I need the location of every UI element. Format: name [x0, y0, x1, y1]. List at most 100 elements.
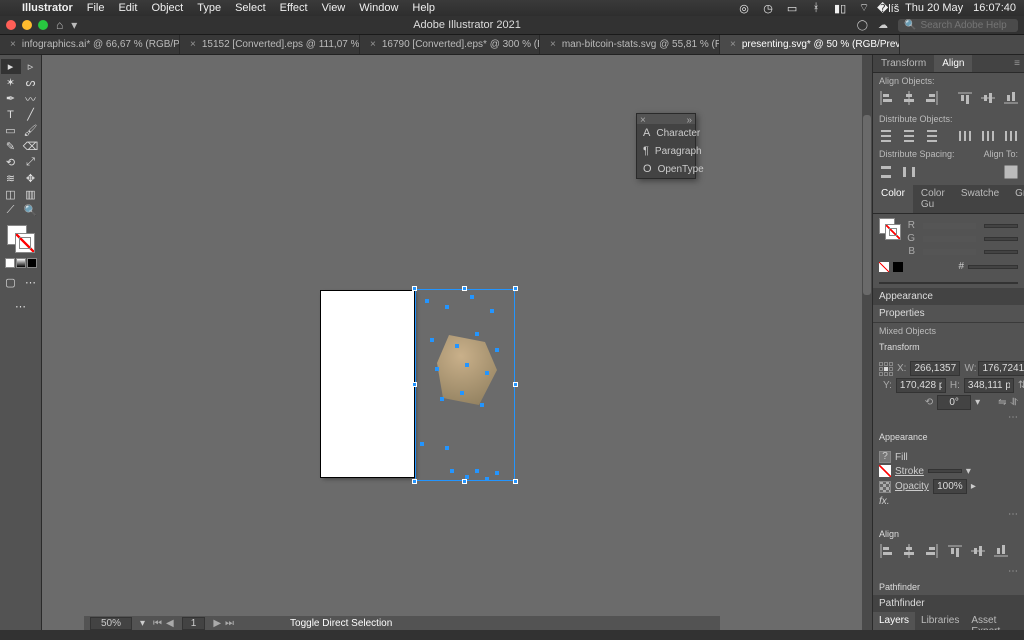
line-tool[interactable]: ╱ [21, 107, 41, 122]
menu-window[interactable]: Window [359, 2, 398, 14]
direct-selection-tool[interactable]: ▹ [21, 59, 41, 74]
close-icon[interactable]: × [550, 39, 556, 50]
tab-layers[interactable]: Layers [873, 612, 915, 630]
draw-normal[interactable] [5, 258, 15, 268]
p-align-right-icon[interactable] [925, 544, 939, 558]
width-tool[interactable]: ≋ [1, 171, 21, 186]
align-hcenter-icon[interactable] [902, 91, 916, 105]
dist-left-icon[interactable] [958, 129, 972, 143]
doc-tab-0[interactable]: ×infographics.ai* @ 66,67 % (RGB/Previ..… [0, 35, 180, 54]
cloud-icon[interactable]: ☁ [878, 20, 888, 31]
stroke-swatch[interactable] [879, 465, 891, 477]
last-artboard-icon[interactable]: ⏭ [225, 618, 234, 629]
tab-color[interactable]: Color [873, 185, 913, 213]
h-field[interactable] [964, 378, 1014, 393]
color-spectrum[interactable] [879, 282, 1018, 284]
more-options-icon[interactable]: ⋯ [1008, 566, 1018, 577]
magic-wand-tool[interactable]: ✶ [1, 75, 21, 90]
menu-help[interactable]: Help [412, 2, 435, 14]
screen-mode-tool[interactable]: ▢ [1, 275, 21, 290]
eyedropper-tool[interactable]: ⟋ [1, 203, 21, 218]
type-panel-character[interactable]: ACharacter [637, 124, 695, 142]
tab-asset-export[interactable]: Asset Export [965, 612, 1024, 630]
draw-behind[interactable] [16, 258, 26, 268]
next-artboard-icon[interactable]: ▶ [213, 618, 221, 629]
doc-tab-4[interactable]: ×presenting.svg* @ 50 % (RGB/Preview) [720, 35, 900, 54]
menu-object[interactable]: Object [151, 2, 183, 14]
p-align-bottom-icon[interactable] [994, 544, 1008, 558]
type-panel-paragraph[interactable]: ¶Paragraph [637, 142, 695, 160]
type-panel-opentype[interactable]: OOpenType [637, 160, 695, 178]
status-time[interactable]: 16:07:40 [973, 2, 1016, 14]
tab-libraries[interactable]: Libraries [915, 612, 965, 630]
r-value[interactable] [984, 224, 1018, 228]
stroke-color[interactable] [15, 233, 35, 253]
first-artboard-icon[interactable]: ⏮ [153, 618, 162, 629]
app-name[interactable]: Illustrator [22, 2, 73, 14]
status-odometer-icon[interactable]: ◎ [737, 1, 751, 15]
dist-space-v-icon[interactable] [879, 165, 893, 179]
status-date[interactable]: Thu 20 May [905, 2, 963, 14]
user-icon[interactable]: ◯ [857, 20, 868, 31]
align-vcenter-icon[interactable] [981, 91, 995, 105]
rotate-dropdown-icon[interactable]: ▾ [975, 397, 980, 408]
status-battery-icon[interactable]: ▮▯ [833, 1, 847, 15]
tab-align[interactable]: Align [934, 55, 972, 72]
p-align-left-icon[interactable] [879, 544, 893, 558]
close-icon[interactable]: × [730, 39, 736, 50]
link-wh-icon[interactable]: ⇅ [1018, 380, 1024, 391]
shaper-tool[interactable]: ✎ [1, 139, 21, 154]
appearance-header[interactable]: Appearance [873, 288, 1024, 305]
artboard-number[interactable]: 1 [182, 617, 206, 630]
selection-tool[interactable]: ▸ [1, 59, 21, 74]
help-search-input[interactable] [920, 20, 1010, 31]
zoom-dropdown-icon[interactable]: ▾ [140, 618, 145, 629]
menu-edit[interactable]: Edit [118, 2, 137, 14]
opacity-swatch[interactable] [879, 481, 891, 493]
close-icon[interactable]: × [190, 39, 196, 50]
more-options-icon[interactable]: ⋯ [1008, 412, 1018, 423]
opacity-field[interactable]: 100% [933, 479, 967, 494]
w-field[interactable] [978, 361, 1024, 376]
rotate-tool[interactable]: ⟲ [1, 155, 21, 170]
close-icon[interactable]: × [370, 39, 376, 50]
rectangle-tool[interactable]: ▭ [1, 123, 21, 138]
status-clock-icon[interactable]: ◷ [761, 1, 775, 15]
tab-swatches[interactable]: Swatche [953, 185, 1007, 213]
doc-tab-3[interactable]: ×man-bitcoin-stats.svg @ 55,81 % (RGB/Pr… [540, 35, 720, 54]
doc-tab-2[interactable]: ×16790 [Converted].eps* @ 300 % (RGB/Pre… [360, 35, 540, 54]
type-tool[interactable]: T [1, 107, 21, 122]
canvas-vscroll[interactable] [862, 55, 872, 630]
p-align-top-icon[interactable] [948, 544, 962, 558]
edit-toolbar[interactable]: ⋯ [21, 275, 41, 290]
black-swatch-icon[interactable] [893, 262, 903, 272]
doc-tab-1[interactable]: ×15152 [Converted].eps @ 111,07 % (RGB/P… [180, 35, 360, 54]
shape-builder-tool[interactable]: ◫ [1, 187, 21, 202]
status-bluetooth-icon[interactable]: ᚼ [809, 1, 823, 15]
dist-space-h-icon[interactable] [902, 165, 916, 179]
status-wifi-icon[interactable]: ⌔ [857, 1, 871, 15]
g-value[interactable] [984, 237, 1018, 241]
flip-h-icon[interactable]: ⇋ [998, 397, 1006, 408]
align-to-dropdown[interactable] [1004, 165, 1018, 179]
panel-menu-icon[interactable]: » [686, 115, 692, 123]
close-icon[interactable]: × [10, 39, 16, 50]
p-align-vcenter-icon[interactable] [971, 544, 985, 558]
align-bottom-icon[interactable] [1004, 91, 1018, 105]
tab-colorguide[interactable]: Color Gu [913, 185, 953, 213]
dist-vcenter-icon[interactable] [902, 129, 916, 143]
scale-tool[interactable]: ⤢ [21, 155, 41, 170]
align-top-icon[interactable] [958, 91, 972, 105]
curvature-tool[interactable]: 〰 [21, 91, 41, 106]
tab-gradient[interactable]: Gradient [1007, 185, 1024, 213]
menu-type[interactable]: Type [197, 2, 221, 14]
lasso-tool[interactable]: ᔕ [21, 75, 41, 90]
stroke-dropdown-icon[interactable]: ▾ [966, 466, 971, 477]
y-field[interactable] [896, 378, 946, 393]
menu-select[interactable]: Select [235, 2, 266, 14]
flip-v-icon[interactable]: ⥯ [1011, 397, 1018, 408]
more-options-icon[interactable]: ⋯ [1008, 509, 1018, 520]
rotate-field[interactable]: 0° [937, 395, 971, 410]
fx-label[interactable]: fx. [879, 496, 890, 507]
b-value[interactable] [984, 250, 1018, 254]
